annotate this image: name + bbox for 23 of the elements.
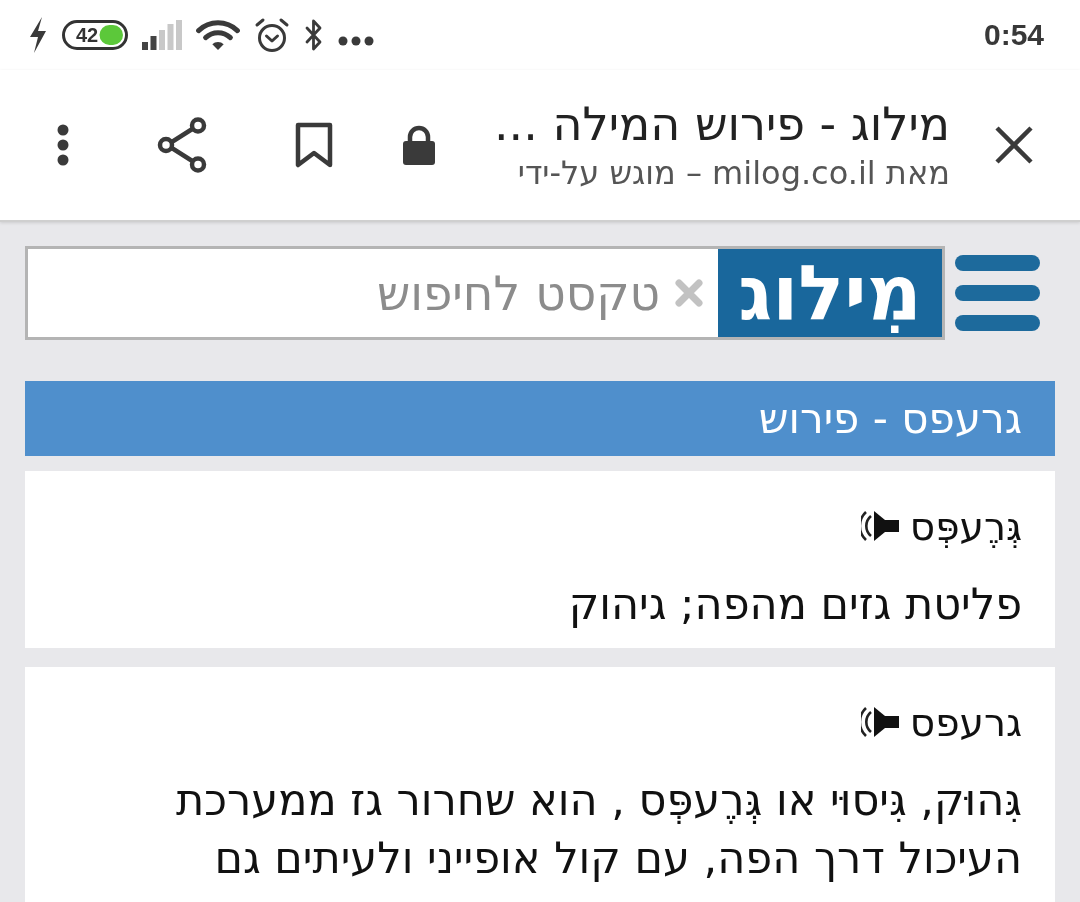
- speaker-icon[interactable]: [860, 706, 899, 738]
- close-icon: [994, 125, 1034, 165]
- alarm-clock-icon: [254, 17, 290, 53]
- entry-word: גְּרֶעפְּס: [909, 503, 1022, 549]
- menu-icon[interactable]: [955, 255, 1040, 331]
- entry-definition: פליטת גזים מהפה; גיהוק: [567, 578, 1022, 631]
- more-dots-icon: [338, 36, 374, 46]
- page-source: מאת milog.co.il – מוגש על-ידי: [517, 153, 950, 193]
- clock-time: 0:54: [983, 18, 1044, 52]
- signal-icon: [142, 20, 182, 50]
- battery-icon: [62, 20, 128, 50]
- share-icon: [156, 117, 208, 173]
- wifi-icon: [196, 19, 240, 51]
- bookmark-icon: [295, 122, 333, 168]
- heading-text: גרעפס - פירוש: [758, 394, 1022, 443]
- speaker-icon[interactable]: [860, 510, 899, 542]
- bluetooth-icon: [304, 18, 324, 52]
- lock-icon: [403, 125, 435, 165]
- entry-definition: גִּהוּק, גִּיסוּי או גְּרֶעפְּס , הוא שחרור גז ממערכת העיכול דרך הפה, עם קול אופייני ולעיתים גם: [175, 774, 1022, 885]
- entry-word: גרעפס: [909, 699, 1022, 745]
- more-vertical-icon: [56, 124, 70, 166]
- page-title: מילוג - פירוש המילה ...: [494, 97, 950, 151]
- battery-percentage: 42: [76, 25, 99, 45]
